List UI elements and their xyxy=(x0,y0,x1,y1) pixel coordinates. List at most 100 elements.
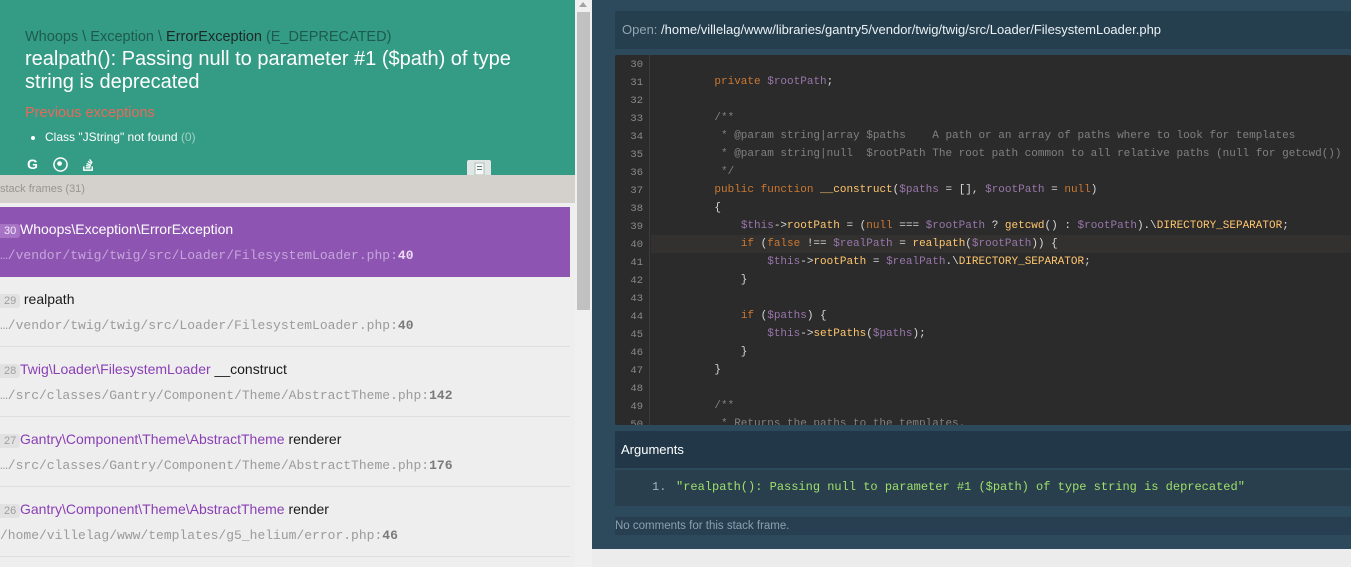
code-line-number: 34 xyxy=(630,131,643,143)
stack-frame[interactable]: 26 Gantry\Component\Theme\AbstractTheme r… xyxy=(0,487,570,557)
frame-class: Whoops\Exception\ErrorException xyxy=(20,221,234,237)
previous-exception-item[interactable]: Class "JString" not found (0) xyxy=(45,130,196,144)
frame-signature: Gantry\Component\Theme\AbstractTheme ren… xyxy=(20,501,329,517)
frame-line-number: 142 xyxy=(429,388,453,403)
argument-number: 1. xyxy=(652,480,667,494)
frame-line-number: 40 xyxy=(397,318,414,333)
code-line-number: 31 xyxy=(630,77,643,89)
code-line: $this->rootPath = $realPath.\DIRECTORY_S… xyxy=(767,256,1091,268)
frame-signature: Gantry\Component\Theme\AbstractTheme ren… xyxy=(20,431,341,447)
frame-file-path: …/src/classes/Gantry/Component/Theme/Abs… xyxy=(0,388,422,403)
frame-file: …/src/classes/Gantry/Component/Theme/Abs… xyxy=(0,388,453,403)
open-label: Open: xyxy=(622,22,662,37)
frame-index: 26 xyxy=(0,504,21,518)
code-line: { xyxy=(688,202,722,214)
code-line: if ($paths) { xyxy=(740,310,827,322)
frame-index: 29 xyxy=(0,294,21,308)
frame-index: 28 xyxy=(0,364,21,378)
stack-frame[interactable]: 27 Gantry\Component\Theme\AbstractTheme r… xyxy=(0,417,570,487)
frame-file-path: …/src/classes/Gantry/Component/Theme/Abs… xyxy=(0,458,422,473)
code-line: } xyxy=(688,364,722,376)
previous-exceptions-list: Class "JString" not found (0) xyxy=(45,130,196,144)
code-line-number: 46 xyxy=(630,347,643,359)
code-line: * Returns the paths to the templates. xyxy=(688,418,966,425)
code-line-number: 37 xyxy=(630,185,643,197)
code-line-number: 41 xyxy=(630,257,643,269)
previous-exception-count: (0) xyxy=(180,130,196,144)
frame-line-number: 46 xyxy=(382,528,398,543)
frame-file-path: …/vendor/twig/twig/src/Loader/Filesystem… xyxy=(0,318,391,333)
exception-header: Whoops \ Exception \ ErrorException (E_D… xyxy=(0,0,575,176)
code-line-number: 36 xyxy=(630,167,643,179)
svg-text:G: G xyxy=(27,157,38,172)
left-panel: Whoops \ Exception \ ErrorException (E_D… xyxy=(0,0,575,567)
code-line-number: 50 xyxy=(630,419,643,425)
line-number-gutter: 30 31 32 33 34 35 36 37 38 39 40 41 42 43 44 45 46 47 48 49… xyxy=(615,55,650,425)
arguments-list: 1. "realpath(): Passing null to paramete… xyxy=(615,470,1351,506)
frame-details: Open: /home/villelag/www/libraries/gantr… xyxy=(592,0,1351,549)
previous-exceptions-title: Previous exceptions xyxy=(25,105,155,121)
code-line: * @param string|null $rootPath The root … xyxy=(688,148,1342,160)
exception-message: realpath(): Passing null to parameter #1… xyxy=(25,48,511,93)
code-line-number: 40 xyxy=(630,239,643,251)
frame-file: …/src/classes/Gantry/Component/Theme/Abs… xyxy=(0,458,453,473)
code-line: } xyxy=(688,274,748,286)
argument-value: "realpath(): Passing null to parameter #… xyxy=(676,480,1245,494)
search-help-icons: G xyxy=(25,157,96,172)
code-line: if (false !== $realPath = realpath($root… xyxy=(740,238,1058,250)
frame-file: /home/villelag/www/templates/g5_helium/e… xyxy=(0,528,398,543)
frame-class: Gantry\Component\Theme\AbstractTheme xyxy=(20,431,285,447)
code-line-number: 44 xyxy=(630,311,643,323)
stack-frame[interactable]: 28 Twig\Loader\FilesystemLoader __constru… xyxy=(0,347,570,417)
code-viewer: 30 31 32 33 34 35 36 37 38 39 40 41 42 43 44 45 46 47 48 49… xyxy=(615,55,1351,425)
frame-index: 30 xyxy=(0,224,21,238)
frame-class: Twig\Loader\FilesystemLoader xyxy=(20,361,211,377)
frame-file: …/vendor/twig/twig/src/Loader/Filesystem… xyxy=(0,318,414,333)
code-line-number: 39 xyxy=(630,221,643,233)
arguments-title: Arguments xyxy=(615,431,1351,468)
right-panel: Open: /home/villelag/www/libraries/gantr… xyxy=(592,0,1351,567)
code-line: /** xyxy=(688,112,735,124)
exception-namespace: Whoops \ Exception \ xyxy=(25,29,167,45)
code-line-number: 49 xyxy=(630,401,643,413)
left-panel-scrollbar[interactable] xyxy=(575,0,592,567)
open-file-path[interactable]: /home/villelag/www/libraries/gantry5/ven… xyxy=(661,22,1161,37)
frame-index: 27 xyxy=(0,434,21,448)
frame-signature: Twig\Loader\FilesystemLoader __construct xyxy=(20,361,287,377)
code-line-number: 47 xyxy=(630,365,643,377)
code-line-number: 35 xyxy=(630,149,643,161)
frame-signature: Whoops\Exception\ErrorException xyxy=(20,221,233,237)
frame-file: …/vendor/twig/twig/src/Loader/Filesystem… xyxy=(0,248,414,263)
code-line-number: 43 xyxy=(630,293,643,305)
exception-shortname: ErrorException xyxy=(166,29,262,45)
code-line: */ xyxy=(688,166,735,178)
frame-file-path: /home/villelag/www/templates/g5_helium/e… xyxy=(0,528,375,543)
stack-frame[interactable]: 30 Whoops\Exception\ErrorException …/vendo… xyxy=(0,207,570,277)
google-icon[interactable]: G xyxy=(25,157,40,172)
frame-function: render xyxy=(288,501,329,517)
frame-function: __construct xyxy=(214,361,287,377)
code-line-number: 30 xyxy=(630,59,643,71)
scrollbar-thumb[interactable] xyxy=(577,12,590,310)
code-line: private $rootPath; xyxy=(714,76,834,88)
frame-class: Gantry\Component\Theme\AbstractTheme xyxy=(20,501,285,517)
frame-function: realpath xyxy=(23,291,75,307)
frame-line-number: 40 xyxy=(397,248,414,263)
frame-signature: realpath xyxy=(20,291,75,307)
frame-comments: No comments for this stack frame. xyxy=(615,517,1351,535)
code-line-number: 45 xyxy=(630,329,643,341)
code-line: /** xyxy=(688,400,735,412)
copy-icon[interactable] xyxy=(467,160,491,176)
frame-file-path: …/vendor/twig/twig/src/Loader/Filesystem… xyxy=(0,248,391,263)
code-line-number: 33 xyxy=(630,113,643,125)
code-line: * @param string|array $paths A path or a… xyxy=(688,130,1296,142)
code-line: $this->setPaths($paths); xyxy=(767,328,926,340)
duckduckgo-icon[interactable] xyxy=(53,157,68,172)
stackoverflow-icon[interactable] xyxy=(81,157,96,172)
code-line-number: 38 xyxy=(630,203,643,215)
open-file-bar[interactable]: Open: /home/villelag/www/libraries/gantr… xyxy=(615,11,1351,49)
scroll-up-arrow-icon[interactable] xyxy=(579,2,587,7)
code-line-number: 42 xyxy=(630,275,643,287)
code-line: public function __construct($paths = [],… xyxy=(714,184,1098,196)
stack-frame[interactable]: 29 realpath …/vendor/twig/twig/src/Loader… xyxy=(0,277,570,347)
